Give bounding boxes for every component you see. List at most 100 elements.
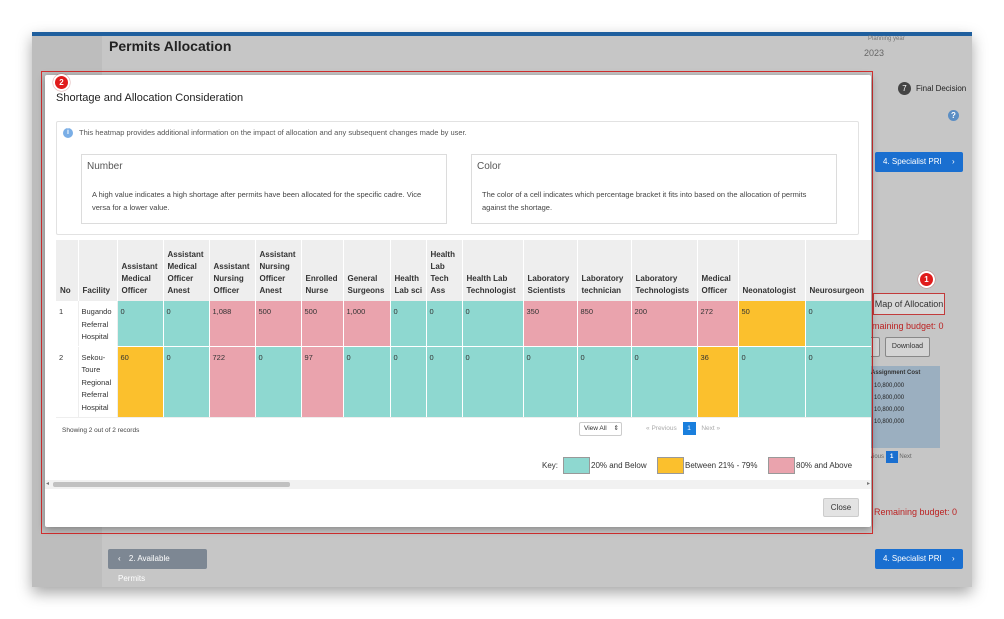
column-header[interactable]: Laboratory Scientists [523,240,578,301]
chevron-left-icon: ‹ [118,554,121,563]
heat-cell: 60 [117,346,164,418]
assignment-cost-value: 10,800,000 [874,383,905,389]
table-row: 1 Bugando Referral Hospital 0 0 1,088 50… [56,301,871,347]
heat-cell: 0 [163,346,210,418]
heat-cell: 350 [523,301,578,347]
map-of-allocation-button[interactable]: Map of Allocation [873,293,945,315]
records-bar: Showing 2 out of 2 records View All ⇕ « … [56,417,871,447]
horizontal-scrollbar[interactable]: ◂ ▸ [45,480,871,489]
pager-current-page[interactable]: 1 [885,451,898,463]
column-header[interactable]: General Surgeons [343,240,391,301]
column-header[interactable]: Laboratory Technologists [631,240,698,301]
color-card-heading: Color [477,161,501,172]
key-item-mid: Between 21% - 79% [685,461,758,470]
heat-cell: 0 [805,346,871,418]
help-icon[interactable]: ? [948,110,959,121]
pager-current-page[interactable]: 1 [682,422,696,435]
heat-cell: 0 [117,301,164,347]
column-header[interactable]: Assistant Nursing Officer [209,240,256,301]
info-text: This heatmap provides additional informa… [79,128,467,137]
key-swatch-mid [657,457,684,474]
scroll-left-icon[interactable]: ◂ [46,480,49,487]
facility-name: Bugando Referral Hospital [78,301,118,347]
pager-next[interactable]: Next [899,454,911,460]
column-header[interactable]: Medical Officer [697,240,739,301]
color-explanation-card: Color The color of a cell indicates whic… [471,154,837,224]
heat-cell: 722 [209,346,256,418]
facility-name: Sekou-Toure Regional Referral Hospital [78,346,118,418]
assignment-cost-header: Assignment Cost [871,370,921,376]
info-box: i This heatmap provides additional infor… [56,121,859,235]
sort-arrows-icon: ⇕ [613,425,619,432]
specialist-pri-button-bottom[interactable]: 4. Specialist PRI › [875,549,963,569]
heat-cell: 0 [523,346,578,418]
heat-cell: 850 [577,301,632,347]
number-card-heading: Number [87,161,123,172]
planning-year-label: Planning year [868,36,905,42]
chevron-right-icon: › [951,157,955,166]
heat-cell: 0 [738,346,806,418]
number-explanation-card: Number A high value indicates a high sho… [81,154,447,224]
available-permits-button[interactable]: ‹ 2. Available Permits [108,549,207,583]
view-all-select[interactable]: View All ⇕ [579,422,622,436]
remaining-budget-text-bottom: Remaining budget: 0 [874,507,958,517]
row-number: 1 [56,301,79,347]
background-pager: vious 1 Next [870,451,912,463]
column-header[interactable]: Facility [78,240,118,301]
column-header[interactable]: Assistant Nursing Officer Anest [255,240,302,301]
assignment-cost-value: 10,800,000 [874,407,905,413]
column-header[interactable]: Health Lab Tech Ass [426,240,463,301]
table-row: 2 Sekou-Toure Regional Referral Hospital… [56,346,871,418]
column-header[interactable]: Enrolled Nurse [301,240,344,301]
specialist-pri-button-top[interactable]: 4. Specialist PRI › [875,152,963,172]
close-button[interactable]: Close [823,498,859,517]
download-button[interactable]: Download [885,337,930,357]
column-header[interactable]: Health Lab Technologist [462,240,524,301]
table-header-row: No Facility Assistant Medical Officer As… [56,240,871,301]
number-card-text: A high value indicates a high shortage a… [92,190,422,212]
heat-cell: 0 [390,301,427,347]
heat-cell: 0 [805,301,871,347]
assignment-cost-value: 10,800,000 [874,419,905,425]
planning-year-value[interactable]: 2023 [864,48,884,58]
heat-cell: 50 [738,301,806,347]
column-header[interactable]: Assistant Medical Officer Anest [163,240,210,301]
heat-cell: 0 [390,346,427,418]
pager-next[interactable]: Next [701,425,714,432]
column-header[interactable]: Laboratory technician [577,240,632,301]
column-header[interactable]: Neurosurgeon [805,240,871,301]
heat-cell: 500 [255,301,302,347]
callout-badge-1: 1 [918,271,935,288]
specialist-pri-label: 4. Specialist PRI [883,554,942,563]
step-number[interactable]: 7 [898,82,911,95]
info-icon: i [63,128,73,138]
key-item-high: 80% and Above [796,461,853,470]
scroll-right-icon[interactable]: ▸ [867,480,870,487]
heat-cell: 1,000 [343,301,391,347]
callout-badge-2: 2 [53,74,70,91]
row-number: 2 [56,346,79,418]
assignment-cost-panel: Assignment Cost 10,800,000 10,800,000 10… [868,366,940,448]
scrollbar-thumb[interactable] [53,482,290,487]
column-header[interactable]: No [56,240,79,301]
key-swatch-low [563,457,590,474]
specialist-pri-label: 4. Specialist PRI [883,157,942,166]
column-header[interactable]: Assistant Medical Officer [117,240,164,301]
remaining-budget-text: maining budget: 0 [872,321,944,331]
chevron-left-icon: « [646,425,650,432]
chevron-right-icon: » [716,425,721,432]
column-header[interactable]: Neonatologist [738,240,806,301]
heat-cell: 0 [426,301,463,347]
column-header[interactable]: Health Lab sci [390,240,427,301]
chevron-right-icon: › [951,554,955,563]
step-label[interactable]: Final Decision [916,84,966,93]
pager-previous[interactable]: Previous [651,425,676,432]
heat-cell: 0 [255,346,302,418]
heat-cell: 200 [631,301,698,347]
heat-cell: 97 [301,346,344,418]
heatmap-table: No Facility Assistant Medical Officer As… [56,240,871,418]
heat-cell: 0 [343,346,391,418]
heat-cell: 272 [697,301,739,347]
heat-cell: 0 [426,346,463,418]
heatmap-table-container[interactable]: No Facility Assistant Medical Officer As… [56,240,871,446]
